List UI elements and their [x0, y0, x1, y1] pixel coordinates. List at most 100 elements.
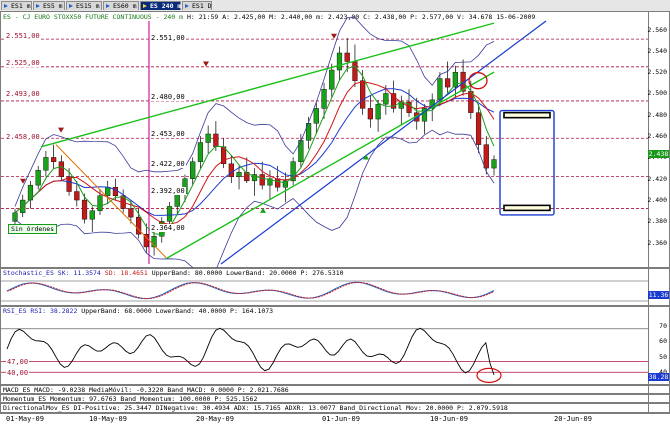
stochastic-plot-area[interactable] [1, 276, 650, 306]
price-axis-tick: 2.360 [647, 238, 667, 247]
candle-body [329, 69, 335, 90]
stochastic-sk-line [6, 281, 495, 300]
candle-body [483, 144, 489, 169]
price-plot-area[interactable] [1, 17, 650, 279]
candle-body [259, 174, 265, 186]
rsi-axis-tick: 60 [659, 337, 667, 346]
date-axis: 01-May-09 10-May-09 20-May-09 01-Jun-09 … [0, 413, 670, 424]
level-label-2551: 2.551,00 [5, 32, 41, 40]
level-label-2525: 2.525,00 [5, 59, 41, 67]
candle-body [81, 199, 88, 220]
rsi-level-40: 40,00 [6, 369, 30, 377]
dmi-header-b: Mov: 20.0000 P: 2.079.5918 [406, 404, 508, 412]
price-axis-tick: 2.400 [647, 196, 667, 205]
level-2364: 2.364,00 [150, 224, 186, 232]
tab-es-5m[interactable]: ES5 m [33, 1, 65, 10]
candle-body [336, 52, 343, 71]
macd-panel[interactable]: MACD_ES MACD: -9.0238 MediaMóvil: -0.322… [0, 385, 670, 394]
tab-es-1d[interactable]: ES1 D [182, 1, 212, 10]
macd-axis [648, 386, 669, 393]
candle-body [35, 170, 41, 186]
price-axis-tick: 2.420 [647, 174, 667, 183]
date-value: 15-06-2009 [496, 13, 536, 21]
rsi-p: P: 164.1073 [230, 307, 274, 315]
level-2480: 2.480,00 [150, 93, 186, 101]
dmi-header: DirectionalMov_ES DI-Positive: 25.3447 D… [3, 404, 508, 412]
level-2422: 2.422,00 [150, 160, 186, 168]
price-axis-tick: 2.500 [647, 89, 667, 98]
level-label-2458: 2.458,00 [5, 133, 41, 141]
candle-body [74, 191, 80, 201]
sell-arrow-icon [331, 33, 337, 39]
rsi-lower: LowerBand: 40.0000 [155, 307, 227, 315]
directional-movement-panel[interactable]: DirectionalMov_ES DI-Positive: 25.3447 D… [0, 403, 670, 413]
period-label: - 240 m [155, 13, 184, 21]
symbol-label: ES - CJ EURO STOXX50 FUTURE CONTINUOUS [3, 13, 152, 21]
rsi-header: RSI_ES RSI: 38.2822 UpperBand: 68.0000 L… [3, 307, 273, 315]
candle-body [445, 78, 451, 88]
rsi-axis-tick: 50 [659, 352, 667, 361]
tab-es-1m[interactable]: ES1 m [1, 1, 32, 10]
rsi-name: RSI_ES RSI: [3, 307, 47, 315]
buy-arrow-icon [260, 207, 266, 213]
candle-body [166, 206, 173, 222]
candle-body [367, 108, 373, 120]
date-label: 10-Jun-09 [430, 415, 468, 423]
close-value: C: 2.438,00 [363, 13, 407, 21]
rsi-panel[interactable]: RSI_ES RSI: 38.2822 UpperBand: 68.0000 L… [0, 306, 670, 385]
price-axis-tick: 2.480 [647, 110, 667, 119]
date-label: 20-May-09 [196, 415, 234, 423]
rsi-value: 38.2822 [49, 307, 78, 315]
open-value: A: 2.425,00 [222, 13, 266, 21]
price-axis-tick: 2.380 [647, 217, 667, 226]
low-value: m: 2.423,00 [316, 13, 360, 21]
candle-body [97, 195, 103, 211]
candle-body [89, 210, 95, 220]
dmi-header-a: DirectionalMov_ES DI-Positive: 25.3447 D… [3, 404, 403, 412]
candle-body [475, 112, 482, 145]
price-chart-panel[interactable]: ES - CJ EURO STOXX50 FUTURE CONTINUOUS -… [0, 11, 670, 279]
tab-es-15m[interactable]: ES15 m [66, 1, 102, 10]
price-axis-tick: 2.460 [647, 132, 667, 141]
candle-body [352, 61, 358, 81]
target-zone-box [499, 109, 555, 216]
momentum-axis [648, 395, 669, 402]
candle-body [321, 89, 327, 109]
target-zone-bottom-bar [503, 204, 551, 212]
play-icon [185, 4, 189, 8]
candle-body [375, 103, 381, 120]
level-2551: 2.551,00 [150, 34, 186, 42]
date-label: 20-Jun-09 [554, 415, 592, 423]
last-price-box: 2.438 [648, 150, 669, 158]
lower-trend-line [165, 71, 495, 260]
tab-es-240m[interactable]: ES 240 m [140, 1, 181, 10]
order-status-label[interactable]: Sin órdenes [8, 224, 58, 234]
rsi-axis-tick: 70 [659, 321, 667, 330]
candle-body [491, 159, 497, 169]
candle-body [360, 80, 366, 109]
candle-body [58, 161, 64, 177]
sell-arrow-icon [203, 61, 209, 67]
date-label: 10-May-09 [89, 415, 127, 423]
momentum-panel[interactable]: Momentum_ES Momentum: 97.6763 Band_Momen… [0, 394, 670, 403]
level-label-2493: 2.493,00 [5, 90, 41, 98]
stochastic-sd-line [6, 281, 495, 300]
level-2453: 2.453,00 [150, 130, 186, 138]
price-axis: 2.5602.5402.5202.5002.4802.4602.4402.420… [647, 12, 669, 267]
date-label: 01-May-09 [6, 415, 44, 423]
candle-body [197, 142, 204, 162]
play-icon [4, 4, 8, 8]
time-value: H: 21:59 [186, 13, 219, 21]
stochastic-last-box: 11.36 [648, 291, 669, 299]
candle-body [205, 133, 211, 143]
candle-body [66, 176, 72, 192]
rsi-plot-area[interactable] [1, 315, 650, 385]
candle-body [128, 208, 134, 218]
tab-es-60m[interactable]: ES60 m [103, 1, 139, 10]
stochastic-panel[interactable]: Stochastic_ES SK: 11.3574 SD: 18.4651 Up… [0, 268, 670, 306]
candle-body [275, 178, 281, 188]
momentum-header: Momentum_ES Momentum: 97.6763 Band_Momen… [3, 395, 258, 403]
rsi-level-47: 47,00 [6, 358, 30, 366]
candle-body [383, 93, 389, 105]
price-axis-tick: 2.520 [647, 68, 667, 77]
